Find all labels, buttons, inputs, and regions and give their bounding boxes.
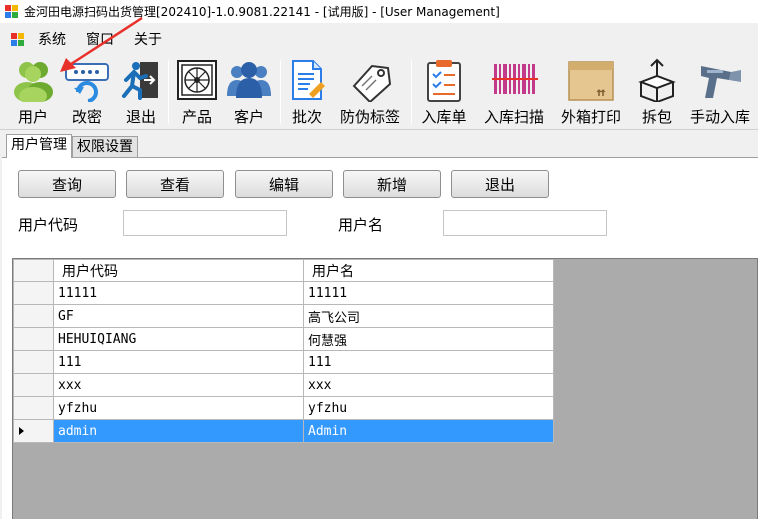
tab-permission-settings[interactable]: 权限设置 [72, 136, 138, 158]
cell-user-code[interactable]: admin [53, 419, 304, 443]
user-code-label: 用户代码 [18, 216, 79, 234]
toolbar-inbound-order-label: 入库单 [421, 108, 467, 126]
toolbar-password-label: 改密 [71, 108, 102, 126]
row-header-current[interactable] [13, 419, 54, 443]
tab-user-management[interactable]: 用户管理 [6, 134, 72, 158]
batch-document-icon [292, 60, 325, 100]
exit-button[interactable]: 退出 [451, 170, 549, 198]
toolbar-box-print-button[interactable]: 外箱打印 [559, 58, 623, 127]
cell-user-name[interactable]: 高飞公司 [303, 304, 554, 328]
box-icon [568, 61, 614, 101]
view-button[interactable]: 查看 [126, 170, 224, 198]
table-row[interactable]: 11111 11111 [13, 281, 554, 305]
current-row-arrow-icon [19, 426, 24, 435]
clipboard-icon [427, 60, 461, 102]
toolbar-product-button[interactable]: 产品 [175, 58, 219, 127]
user-grid: 用户代码 用户名 11111 11111 GF 高飞公司 HEHUIQIANG [12, 258, 758, 519]
toolbar-unpack-button[interactable]: 拆包 [637, 58, 677, 127]
table-row[interactable]: xxx xxx [13, 373, 554, 397]
toolbar-customer-label: 客户 [233, 108, 264, 126]
table-row[interactable]: GF 高飞公司 [13, 304, 554, 328]
cell-user-name[interactable]: 11111 [303, 281, 554, 305]
toolbar-exit-label: 退出 [125, 108, 156, 126]
app-menu-icon [11, 32, 24, 46]
toolbar-manual-inbound-button[interactable]: 手动入库 [687, 58, 753, 127]
toolbar-manual-inbound-label: 手动入库 [689, 108, 750, 126]
cell-user-name[interactable]: 111 [303, 350, 554, 374]
table-header-row: 用户代码 用户名 [13, 259, 554, 282]
user-name-input[interactable] [443, 210, 607, 236]
toolbar-product-label: 产品 [181, 108, 212, 126]
cell-user-code[interactable]: GF [53, 304, 304, 328]
cell-user-code[interactable]: yfzhu [53, 396, 304, 420]
user-name-label: 用户名 [338, 216, 384, 234]
customers-icon [227, 62, 271, 98]
row-header-corner [13, 259, 54, 282]
table-row[interactable]: HEHUIQIANG 何慧强 [13, 327, 554, 351]
cell-user-code[interactable]: 11111 [53, 281, 304, 305]
table-row[interactable]: yfzhu yfzhu [13, 396, 554, 420]
edit-button[interactable]: 编辑 [235, 170, 333, 198]
toolbar-batch-label: 批次 [291, 108, 322, 126]
toolbar-separator [280, 60, 281, 124]
row-header[interactable] [13, 396, 54, 420]
user-management-panel: 查询 查看 编辑 新增 退出 用户代码 用户名 用户代码 用户名 11111 1… [2, 157, 758, 519]
toolbar-tag-button[interactable]: 防伪标签 [338, 58, 402, 127]
cell-user-code[interactable]: xxx [53, 373, 304, 397]
tag-icon [352, 64, 392, 102]
cell-user-name[interactable]: Admin [303, 419, 554, 443]
user-table: 用户代码 用户名 11111 11111 GF 高飞公司 HEHUIQIANG [13, 259, 554, 443]
column-header-user-name[interactable]: 用户名 [303, 259, 554, 282]
scanner-icon [701, 66, 741, 98]
toolbar-customer-button[interactable]: 客户 [226, 58, 272, 127]
annotation-arrow-icon [60, 16, 143, 72]
app-icon [5, 5, 18, 18]
cell-user-name[interactable]: yfzhu [303, 396, 554, 420]
cell-user-name[interactable]: 何慧强 [303, 327, 554, 351]
cell-user-code[interactable]: 111 [53, 350, 304, 374]
row-header[interactable] [13, 373, 54, 397]
barcode-icon [492, 64, 538, 94]
cell-user-code[interactable]: HEHUIQIANG [53, 327, 304, 351]
row-header[interactable] [13, 327, 54, 351]
add-button[interactable]: 新增 [343, 170, 441, 198]
row-header[interactable] [13, 281, 54, 305]
table-row-selected[interactable]: admin Admin [13, 419, 554, 443]
toolbar-inbound-scan-label: 入库扫描 [484, 108, 545, 126]
toolbar-users-label: 用户 [17, 108, 48, 126]
table-row[interactable]: 111 111 [13, 350, 554, 374]
tab-strip: 用户管理 权限设置 [6, 134, 138, 158]
toolbar-separator [168, 60, 169, 124]
cell-user-name[interactable]: xxx [303, 373, 554, 397]
unpack-icon [638, 58, 676, 102]
column-header-user-code[interactable]: 用户代码 [53, 259, 304, 282]
toolbar-box-print-label: 外箱打印 [560, 108, 621, 126]
toolbar-batch-button[interactable]: 批次 [287, 58, 327, 127]
toolbar-inbound-order-button[interactable]: 入库单 [418, 58, 470, 127]
toolbar-tag-label: 防伪标签 [339, 108, 400, 126]
query-button[interactable]: 查询 [18, 170, 116, 198]
toolbar-unpack-label: 拆包 [641, 108, 672, 126]
user-code-input[interactable] [123, 210, 287, 236]
row-header[interactable] [13, 304, 54, 328]
product-icon [177, 60, 217, 100]
toolbar-inbound-scan-button[interactable]: 入库扫描 [484, 58, 544, 127]
row-header[interactable] [13, 350, 54, 374]
toolbar-separator [411, 60, 412, 124]
